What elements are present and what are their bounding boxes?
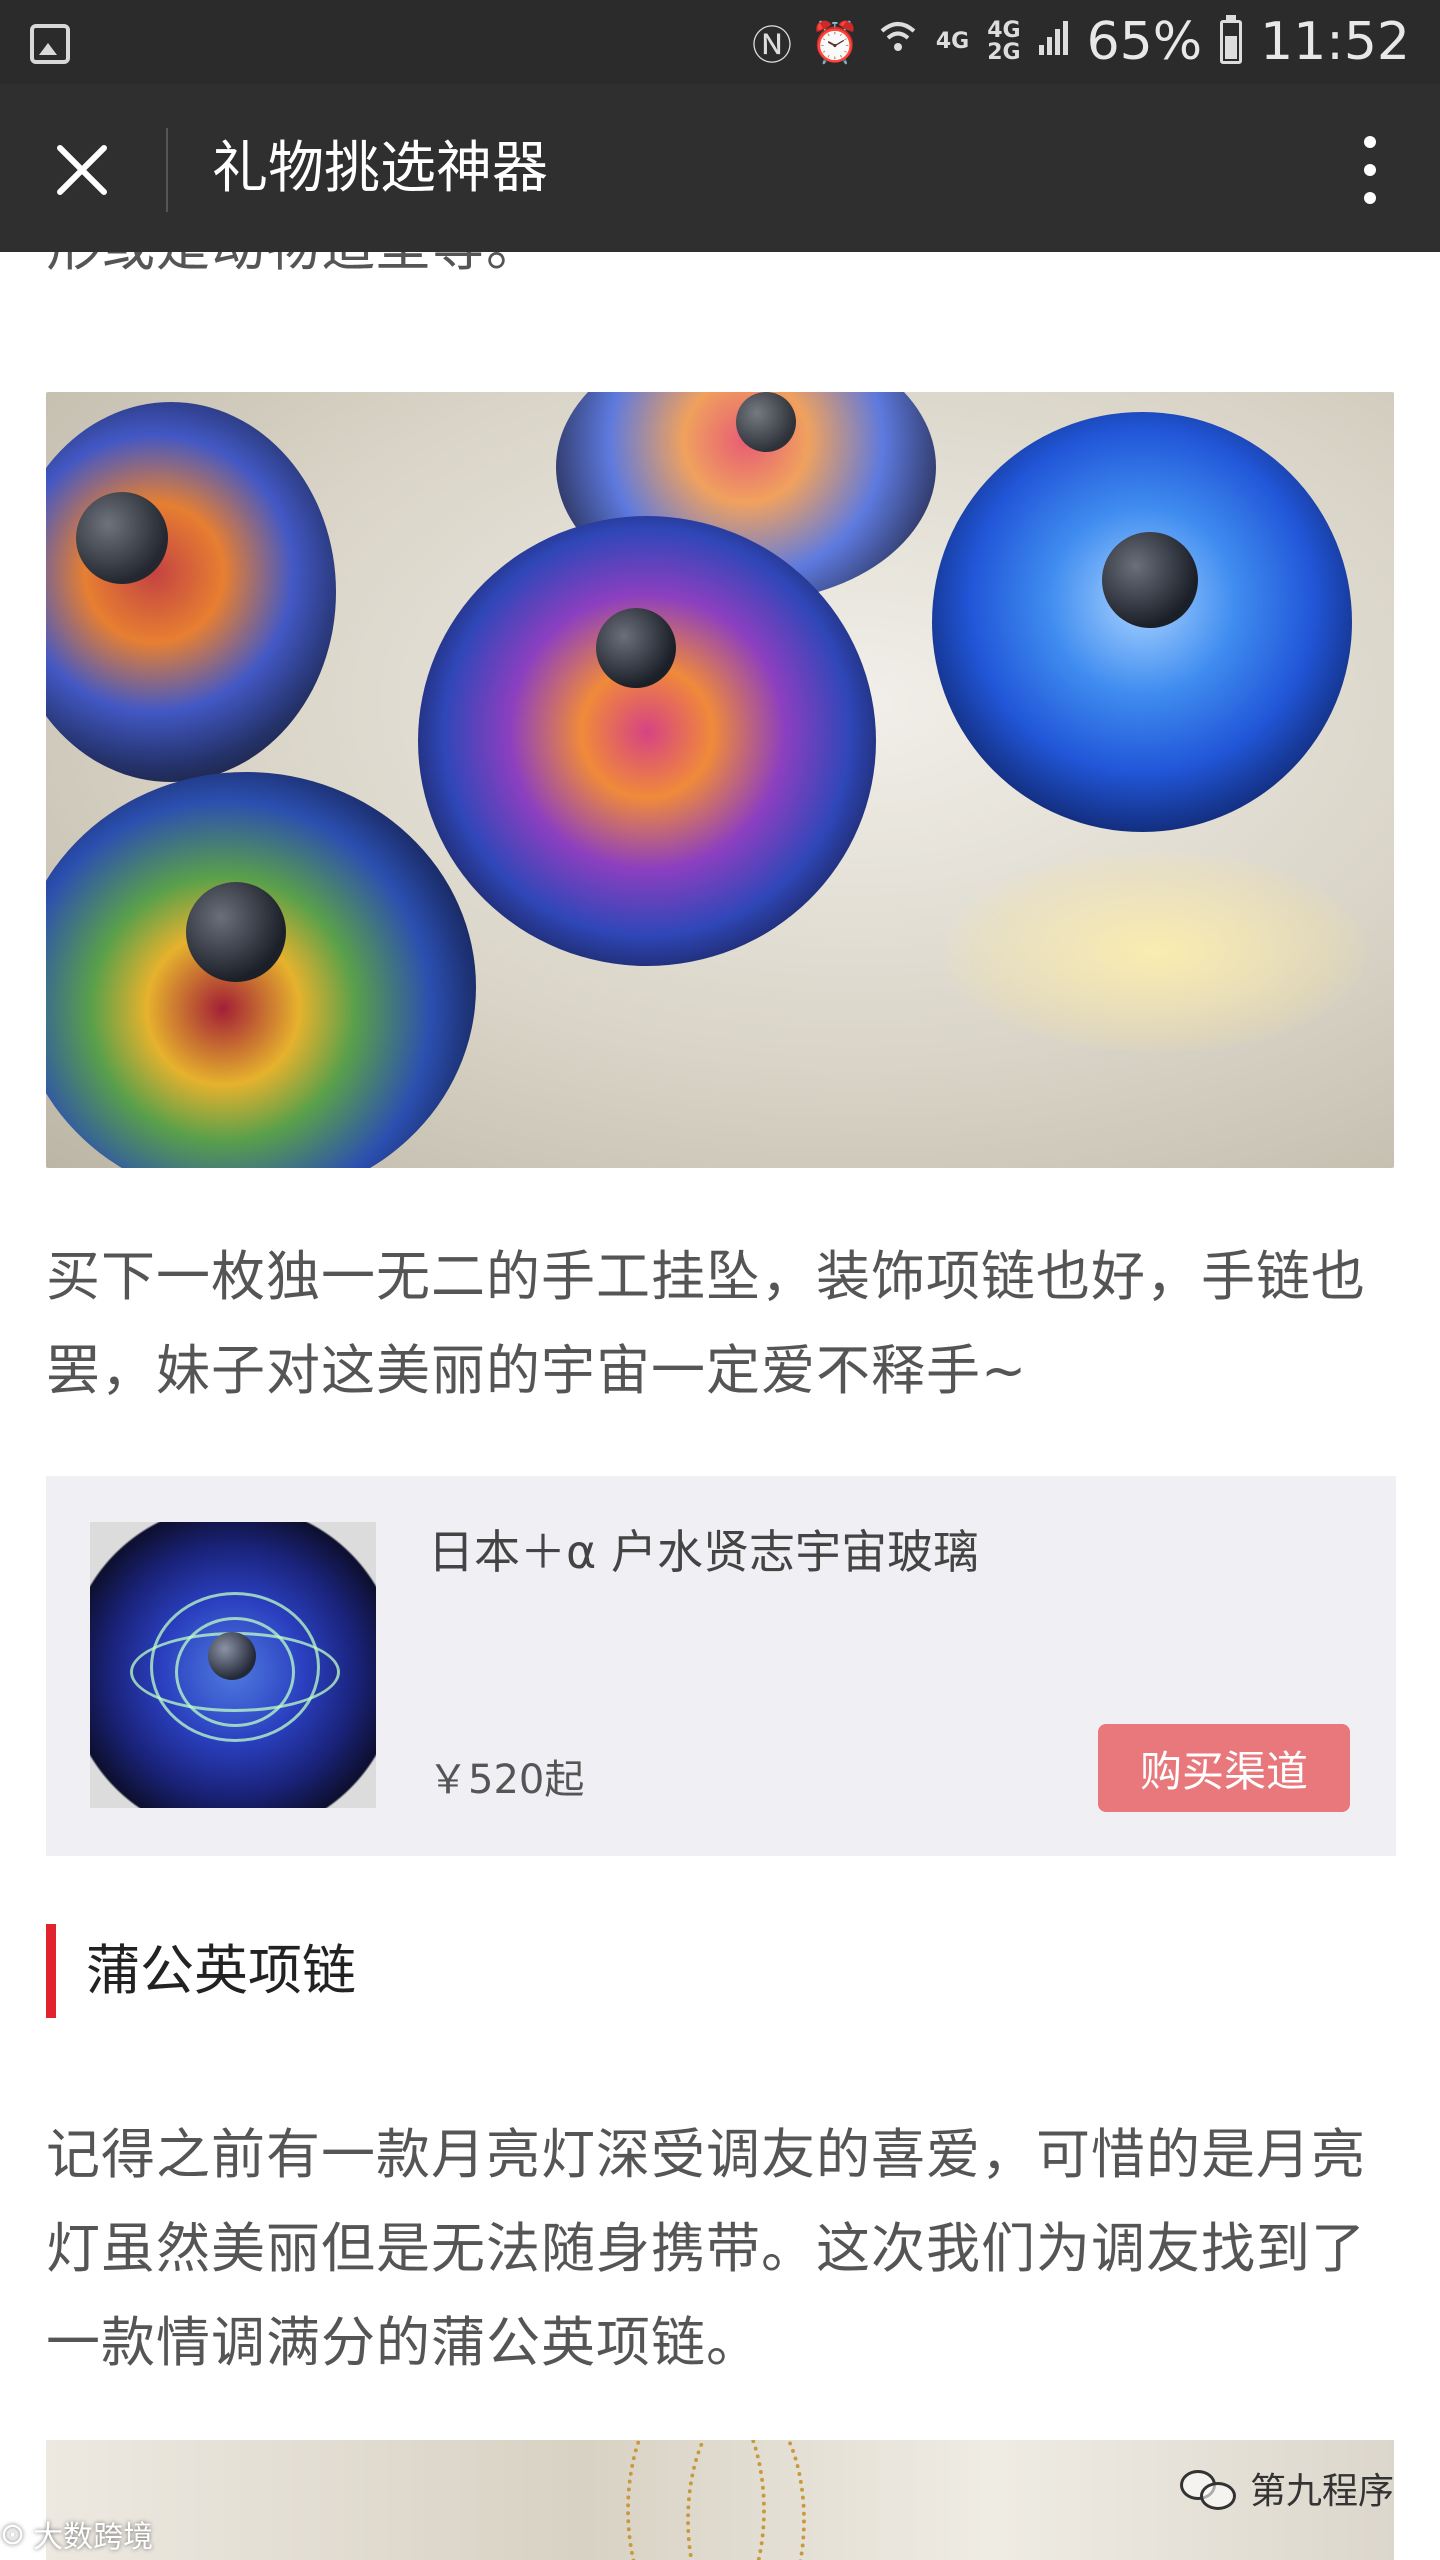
article-text-cut: 形或是动物造型等。 xyxy=(46,252,1396,294)
nfc-icon: Ⓝ xyxy=(752,23,792,69)
watermark-left-text: 大数跨境 xyxy=(33,2520,154,2555)
gallery-icon xyxy=(30,24,70,64)
product-price: ￥520起 xyxy=(428,1757,585,1803)
battery-percent: 65% xyxy=(1086,12,1203,72)
more-dot-icon xyxy=(1364,164,1376,176)
title-divider xyxy=(166,128,168,212)
close-button[interactable] xyxy=(40,128,124,212)
article-content[interactable]: 形或是动物造型等。 买下一枚独一无二的手工挂坠，装饰项链也好，手链也罢，妹子对这… xyxy=(0,252,1440,2560)
network-4g-label: 4G xyxy=(935,29,970,54)
clock: 11:52 xyxy=(1260,12,1410,72)
wifi-icon xyxy=(878,17,918,67)
light-reflection xyxy=(946,852,1366,1052)
battery-icon xyxy=(1220,15,1243,64)
watermark-source: 第九程序 xyxy=(1179,2462,1394,2514)
network-4g-label-2: 4G xyxy=(987,18,1021,43)
more-dot-icon xyxy=(1364,136,1376,148)
wechat-icon xyxy=(1179,2464,1240,2512)
product-card[interactable]: 日本＋α 户水贤志宇宙玻璃 ￥520起 购买渠道 xyxy=(46,1476,1396,1856)
close-icon xyxy=(57,145,107,195)
network-2g-label: 2G xyxy=(987,40,1021,65)
pendant-orb xyxy=(418,516,876,966)
section-title: 蒲公英项链 xyxy=(46,1924,356,2018)
alarm-icon: ⏰ xyxy=(810,19,860,66)
more-dot-icon xyxy=(1364,192,1376,204)
network-stack: 4G 2G xyxy=(987,20,1020,64)
galaxy-pendants-image xyxy=(46,392,1394,1168)
pendant-orb xyxy=(46,772,476,1168)
product-name: 日本＋α 户水贤志宇宙玻璃 xyxy=(428,1525,979,1579)
watermark-logo-icon: ⊙ xyxy=(0,2516,26,2552)
page-title: 礼物挑选神器 xyxy=(212,136,548,201)
title-bar: 礼物挑选神器 xyxy=(0,84,1440,252)
watermark-left: ⊙ 大数跨境 xyxy=(0,2512,153,2556)
more-options-button[interactable] xyxy=(1340,128,1400,212)
product-thumbnail[interactable] xyxy=(90,1522,376,1808)
signal-icon xyxy=(1038,19,1069,65)
status-bar: Ⓝ ⏰ 4G 4G 2G 65% 11:52 xyxy=(0,0,1440,84)
status-icons: Ⓝ ⏰ 4G 4G 2G 65% 11:52 xyxy=(752,0,1410,84)
pendant-orb xyxy=(46,402,336,782)
watermark-text: 第九程序 xyxy=(1249,2471,1394,2512)
paragraph-dandelion: 记得之前有一款月亮灯深受调友的喜爱，可惜的是月亮灯虽然美丽但是无法随身携带。这次… xyxy=(46,2123,1366,2374)
pendant-orb xyxy=(932,412,1352,832)
paragraph-pendant: 买下一枚独一无二的手工挂坠，装饰项链也好，手链也罢，妹子对这美丽的宇宙一定爱不释… xyxy=(46,1245,1366,1402)
buy-channel-button[interactable]: 购买渠道 xyxy=(1098,1724,1350,1812)
